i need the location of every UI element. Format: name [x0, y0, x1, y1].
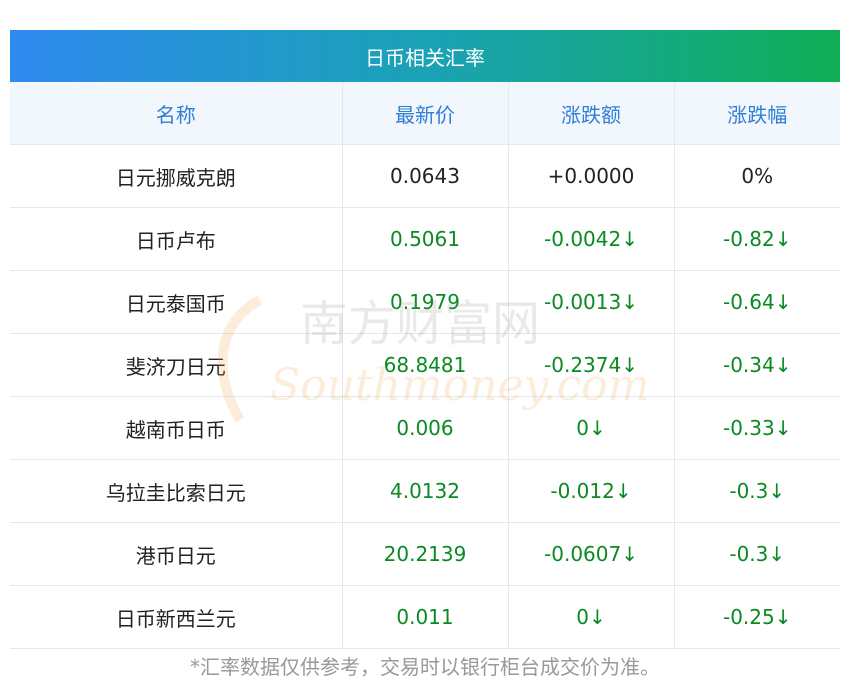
row-change: -0.2374↓ — [507, 333, 674, 397]
row-pct: -0.33↓ — [673, 396, 840, 460]
header-change: 涨跌额 — [507, 82, 674, 145]
header-name: 名称 — [10, 82, 342, 145]
table-row: 日币新西兰元 0.011 0↓ -0.25↓ — [10, 585, 840, 649]
exchange-rate-table: 日币相关汇率 名称 最新价 涨跌额 涨跌幅 日元挪威克朗 0.0643 +0.000… — [10, 30, 840, 649]
row-name: 港币日元 — [10, 522, 342, 586]
rate-table: 名称 最新价 涨跌额 涨跌幅 日元挪威克朗 0.0643 +0.0000 0% 日币卢布… — [10, 82, 840, 649]
row-change: 0↓ — [507, 585, 674, 649]
row-price: 4.0132 — [341, 459, 508, 523]
table-header-row: 名称 最新价 涨跌额 涨跌幅 — [10, 82, 840, 145]
row-name: 乌拉圭比索日元 — [10, 459, 342, 523]
disclaimer-footnote: *汇率数据仅供参考，交易时以银行柜台成交价为准。 — [190, 655, 660, 679]
row-name: 日币新西兰元 — [10, 585, 342, 649]
table-row: 日元挪威克朗 0.0643 +0.0000 0% — [10, 144, 840, 208]
row-change: -0.0013↓ — [507, 270, 674, 334]
row-price: 0.1979 — [341, 270, 508, 334]
table-title: 日币相关汇率 — [10, 30, 840, 82]
row-price: 0.5061 — [341, 207, 508, 271]
row-price: 68.8481 — [341, 333, 508, 397]
table-row: 港币日元 20.2139 -0.0607↓ -0.3↓ — [10, 522, 840, 586]
row-price: 0.011 — [341, 585, 508, 649]
row-name: 日元泰国币 — [10, 270, 342, 334]
row-change: +0.0000 — [507, 144, 674, 208]
row-pct: -0.34↓ — [673, 333, 840, 397]
header-price: 最新价 — [341, 82, 508, 145]
table-row: 斐济刀日元 68.8481 -0.2374↓ -0.34↓ — [10, 333, 840, 397]
table-row: 日元泰国币 0.1979 -0.0013↓ -0.64↓ — [10, 270, 840, 334]
row-pct: -0.25↓ — [673, 585, 840, 649]
row-change: -0.012↓ — [507, 459, 674, 523]
row-change: 0↓ — [507, 396, 674, 460]
header-pct: 涨跌幅 — [673, 82, 840, 145]
row-pct: 0% — [673, 144, 840, 208]
row-pct: -0.64↓ — [673, 270, 840, 334]
row-change: -0.0607↓ — [507, 522, 674, 586]
row-name: 日元挪威克朗 — [10, 144, 342, 208]
row-name: 斐济刀日元 — [10, 333, 342, 397]
row-price: 0.006 — [341, 396, 508, 460]
row-price: 0.0643 — [341, 144, 508, 208]
table-row: 乌拉圭比索日元 4.0132 -0.012↓ -0.3↓ — [10, 459, 840, 523]
row-pct: -0.82↓ — [673, 207, 840, 271]
table-row: 越南币日币 0.006 0↓ -0.33↓ — [10, 396, 840, 460]
row-name: 日币卢布 — [10, 207, 342, 271]
row-price: 20.2139 — [341, 522, 508, 586]
row-change: -0.0042↓ — [507, 207, 674, 271]
table-row: 日币卢布 0.5061 -0.0042↓ -0.82↓ — [10, 207, 840, 271]
row-pct: -0.3↓ — [673, 522, 840, 586]
row-pct: -0.3↓ — [673, 459, 840, 523]
row-name: 越南币日币 — [10, 396, 342, 460]
